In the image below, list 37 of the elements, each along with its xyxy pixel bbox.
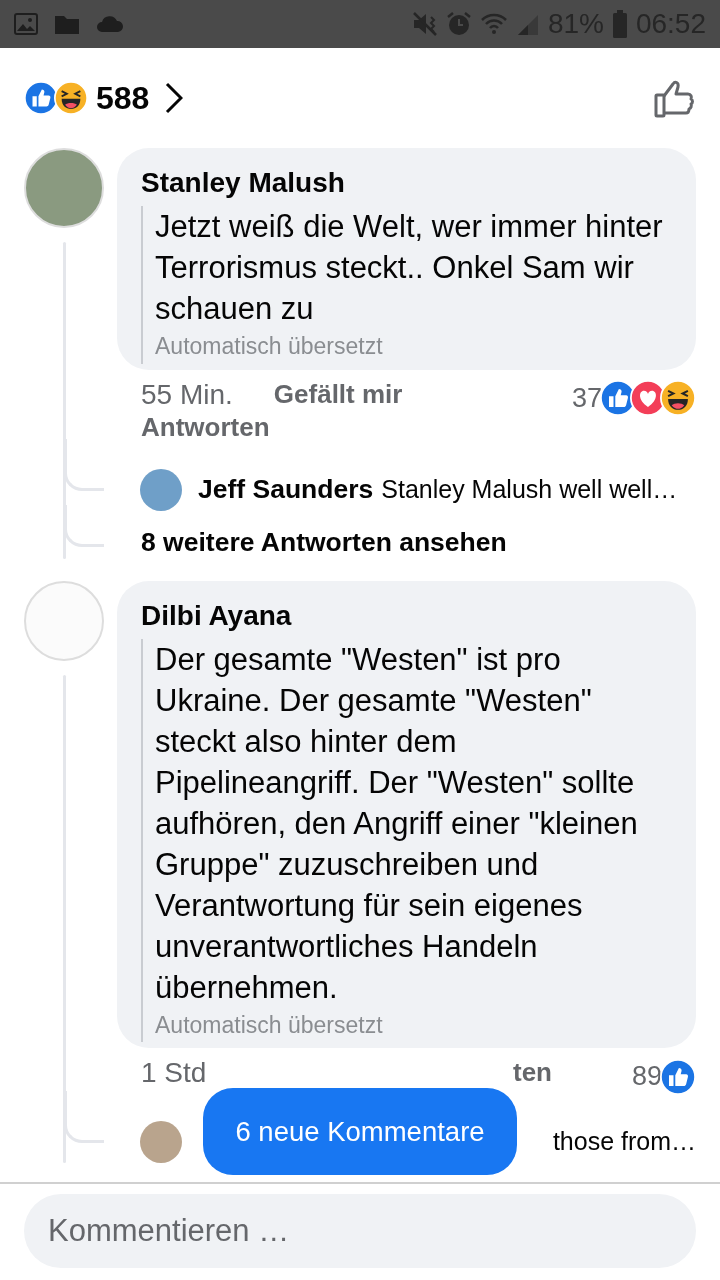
reply-text: Stanley Malush well well… — [381, 474, 678, 506]
comment-author[interactable]: Stanley Malush — [141, 162, 666, 204]
reaction-count: 588 — [96, 79, 150, 118]
comment-text: Jetzt weiß die Welt, wer immer hinter Terrorismus steckt.. Onkel Sam wir schauen zu — [155, 208, 664, 328]
like-link[interactable]: Gefällt mir — [273, 377, 403, 412]
comment-author[interactable]: Dilbi Ayana — [141, 594, 666, 637]
comment-input-field[interactable]: Kommentieren … — [24, 1194, 696, 1268]
reply-link[interactable]: Antworten — [141, 411, 270, 446]
reply-link[interactable]: ten — [513, 1056, 552, 1091]
translation-note: Automatisch übersetzt — [155, 332, 384, 361]
chevron-right-icon — [165, 82, 184, 114]
laughing-reaction-icon — [660, 379, 696, 416]
reply-text: those from… — [552, 1126, 696, 1158]
like-reaction-icon — [24, 81, 58, 115]
mute-icon — [411, 11, 438, 37]
avatar-photo-placeholder — [140, 1120, 182, 1163]
reactions-chevron-button[interactable] — [165, 82, 184, 114]
image-icon — [14, 13, 38, 35]
folder-icon — [54, 13, 80, 35]
avatar-photo-placeholder — [140, 469, 182, 512]
cloud-icon — [96, 15, 124, 33]
alarm-icon — [445, 11, 472, 37]
comment-text: Der gesamte "Westen" ist pro Ukraine. Der gesamte "Westen" steckt also hinter dem Pipelineangriff. Der "Westen" sollte aufhören, den Angriff einer "kleinen Gruppe" zuzuschreiben und Verantwortung für sein eigenes unverantwortliches Handeln übernehmen. — [155, 640, 639, 1007]
reply-author[interactable]: Jeff Saunders — [198, 470, 374, 510]
more-replies-link[interactable]: 8 weitere Antworten ansehen — [141, 527, 507, 559]
thumbs-up-icon — [654, 78, 696, 118]
like-reaction-icon — [660, 1058, 696, 1095]
laughing-reaction-icon — [54, 81, 88, 115]
comment-time: 1 Std — [141, 1056, 207, 1091]
translation-note: Automatisch übersetzt — [155, 1010, 384, 1040]
battery-icon — [611, 10, 628, 38]
comment-time: 55 Min. — [141, 377, 233, 412]
like-button[interactable] — [654, 78, 696, 118]
wifi-icon — [479, 12, 508, 36]
new-comments-toast[interactable]: 6 neue Kommentare — [203, 1088, 517, 1175]
comment-reaction-count: 89 — [631, 1060, 662, 1094]
comment-reaction-count: 37 — [571, 381, 602, 415]
